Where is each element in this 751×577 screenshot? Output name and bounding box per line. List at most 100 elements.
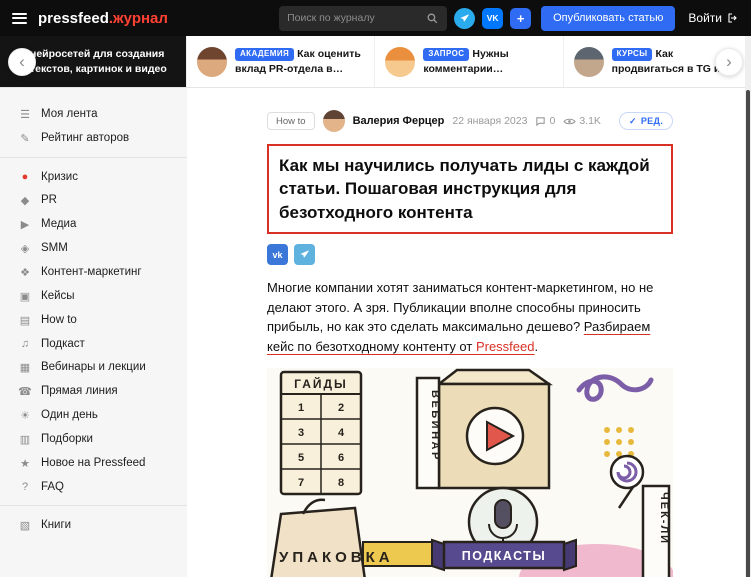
webinar-icon: ▦ — [19, 361, 31, 374]
question-icon: ? — [21, 480, 29, 493]
carousel-next-button[interactable]: › — [715, 47, 743, 76]
check-icon: ✓ — [629, 115, 637, 126]
share-row: vk — [267, 244, 673, 266]
carousel-prev-button[interactable]: ‹ — [8, 47, 36, 76]
search-input[interactable] — [287, 12, 427, 24]
logo[interactable]: pressfeed.журнал — [38, 10, 168, 27]
views-stat: 3.1K — [563, 115, 601, 128]
login-button[interactable]: Войти — [688, 11, 739, 25]
sidebar-item-media[interactable]: ▶ Медиа — [0, 212, 187, 236]
sidebar-item-one-day[interactable]: ☀ Один день — [0, 403, 187, 427]
svg-text:7: 7 — [298, 477, 304, 489]
sidebar-item-label: Кейсы — [41, 290, 75, 302]
login-icon — [727, 12, 739, 24]
views-count: 3.1K — [579, 115, 601, 127]
sidebar-item-webinars[interactable]: ▦ Вебинары и лекции — [0, 355, 187, 379]
top-bar: pressfeed.журнал VK + Опубликовать стать… — [0, 0, 751, 36]
smm-icon: ◈ — [20, 242, 30, 255]
category-badge: АКАДЕМИЯ — [235, 48, 295, 62]
sidebar-item-podcast[interactable]: ♫ Подкаст — [0, 332, 187, 355]
sidebar-item-label: Рейтинг авторов — [41, 132, 130, 144]
sidebar-item-content-marketing[interactable]: ❖ Контент-маркетинг — [0, 260, 187, 284]
hamburger-menu-icon[interactable] — [12, 10, 28, 26]
content-marketing-icon: ❖ — [20, 266, 30, 279]
books-icon: ▧ — [19, 519, 31, 532]
checklist-strip: ЧЕК-ЛИ — [641, 485, 671, 577]
logo-suffix: .журнал — [108, 9, 168, 27]
sidebar-item-label: Новое на Pressfeed — [41, 457, 146, 469]
svg-text:2: 2 — [338, 402, 344, 414]
sidebar-item-pr[interactable]: ◆ PR — [0, 188, 187, 212]
svg-text:5: 5 — [298, 452, 304, 464]
sidebar-item-label: Вебинары и лекции — [41, 361, 146, 373]
sidebar-item-label: SMM — [41, 242, 68, 254]
author-name[interactable]: Валерия Ферцер — [353, 115, 445, 127]
comments-stat[interactable]: 0 — [535, 115, 555, 127]
author-avatar[interactable] — [322, 110, 345, 132]
sidebar-item-my-feed[interactable]: ☰ Моя лента — [0, 102, 187, 126]
avatar — [385, 46, 416, 77]
sidebar-item-label: PR — [41, 194, 57, 206]
article-title: Как мы научились получать лиды с каждой … — [279, 156, 650, 222]
svg-text:8: 8 — [338, 477, 344, 489]
category-chip[interactable]: How to — [267, 112, 315, 130]
sidebar-item-new-on-pressfeed[interactable]: ★ Новое на Pressfeed — [0, 451, 187, 475]
publish-article-button[interactable]: Опубликовать статью — [541, 5, 676, 31]
intro-brand-link[interactable]: Pressfeed — [476, 339, 535, 354]
divider — [0, 157, 187, 158]
sidebar-item-direct-line[interactable]: ☎ Прямая линия — [0, 379, 187, 403]
add-social-icon[interactable]: + — [510, 7, 532, 29]
sidebar-item-books[interactable]: ▧ Книги — [0, 513, 187, 537]
sidebar-item-smm[interactable]: ◈ SMM — [0, 236, 187, 260]
article: How to Валерия Ферцер 22 января 2023 0 3… — [267, 88, 673, 577]
pressfeed-journal-page: pressfeed.журнал VK + Опубликовать стать… — [0, 0, 751, 577]
sidebar-item-label: How to — [41, 314, 77, 326]
sidebar-item-collections[interactable]: ▥ Подборки — [0, 427, 187, 451]
svg-text:ЧЕК-ЛИ: ЧЕК-ЛИ — [658, 492, 670, 545]
featured-item-request[interactable]: ЗАПРОСНужны комментарии маркетологов, юр… — [375, 36, 564, 87]
phone-icon: ☎ — [18, 385, 32, 398]
sidebar-item-label: Моя лента — [41, 108, 98, 120]
article-area: How to Валерия Ферцер 22 января 2023 0 3… — [187, 88, 751, 577]
search-box[interactable] — [279, 5, 448, 31]
svg-text:6: 6 — [338, 452, 344, 464]
svg-text:ПОДКАСТЫ: ПОДКАСТЫ — [462, 549, 546, 563]
webinar-box: ВЕБИНАР — [415, 369, 553, 490]
article-illustration: ГАЙДЫ 1 2 3 4 5 6 7 8 ВЕБИНАР УПАКОВКА П… — [267, 368, 673, 577]
sidebar-item-how-to[interactable]: ▤ How to — [0, 308, 187, 332]
logo-brand: pressfeed — [38, 9, 109, 27]
guides-calendar: ГАЙДЫ 1 2 3 4 5 6 7 8 — [279, 371, 363, 496]
featured-item-title: нейросетей для создания текстов, картино… — [30, 48, 167, 75]
sidebar-item-crisis[interactable]: ● Кризис — [0, 165, 187, 188]
star-icon: ★ — [20, 457, 30, 470]
intro-period: . — [534, 338, 539, 354]
sidebar-item-label: FAQ — [41, 480, 65, 493]
sidebar-item-faq[interactable]: ? FAQ — [0, 475, 187, 498]
vk-icon[interactable]: VK — [482, 7, 504, 29]
sidebar-item-authors-rating[interactable]: ✎ Рейтинг авторов — [0, 126, 187, 150]
eye-icon — [563, 118, 576, 124]
comments-count: 0 — [549, 115, 556, 127]
featured-item-academy[interactable]: АКАДЕМИЯКак оценить вклад PR-отдела в би… — [187, 36, 376, 87]
login-label: Войти — [688, 11, 722, 25]
share-telegram-icon[interactable] — [294, 244, 315, 266]
search-icon[interactable] — [426, 12, 439, 25]
sidebar-item-label: Подкаст — [41, 337, 85, 350]
sidebar-item-label: Кризис — [41, 170, 78, 183]
page-scrollbar[interactable] — [745, 36, 751, 577]
edited-badge: ✓ РЕД. — [619, 112, 673, 130]
featured-item-title: АКАДЕМИЯКак оценить вклад PR-отдела в би… — [235, 48, 361, 75]
share-vk-icon[interactable]: vk — [267, 244, 288, 266]
avatar — [573, 46, 604, 77]
avatar — [197, 46, 227, 77]
sidebar-item-label: Контент-маркетинг — [41, 266, 142, 278]
article-meta-row: How to Валерия Ферцер 22 января 2023 0 3… — [267, 110, 673, 132]
scrollbar-thumb[interactable] — [746, 90, 750, 577]
sidebar-item-label: Подборки — [41, 433, 93, 445]
sidebar-item-cases[interactable]: ▣ Кейсы — [0, 284, 187, 308]
podcast-icon: ♫ — [20, 337, 30, 350]
pr-icon: ◆ — [20, 194, 30, 207]
svg-text:ГАЙДЫ: ГАЙДЫ — [294, 376, 348, 391]
sun-icon: ☀ — [20, 409, 30, 422]
telegram-icon[interactable] — [454, 7, 476, 29]
